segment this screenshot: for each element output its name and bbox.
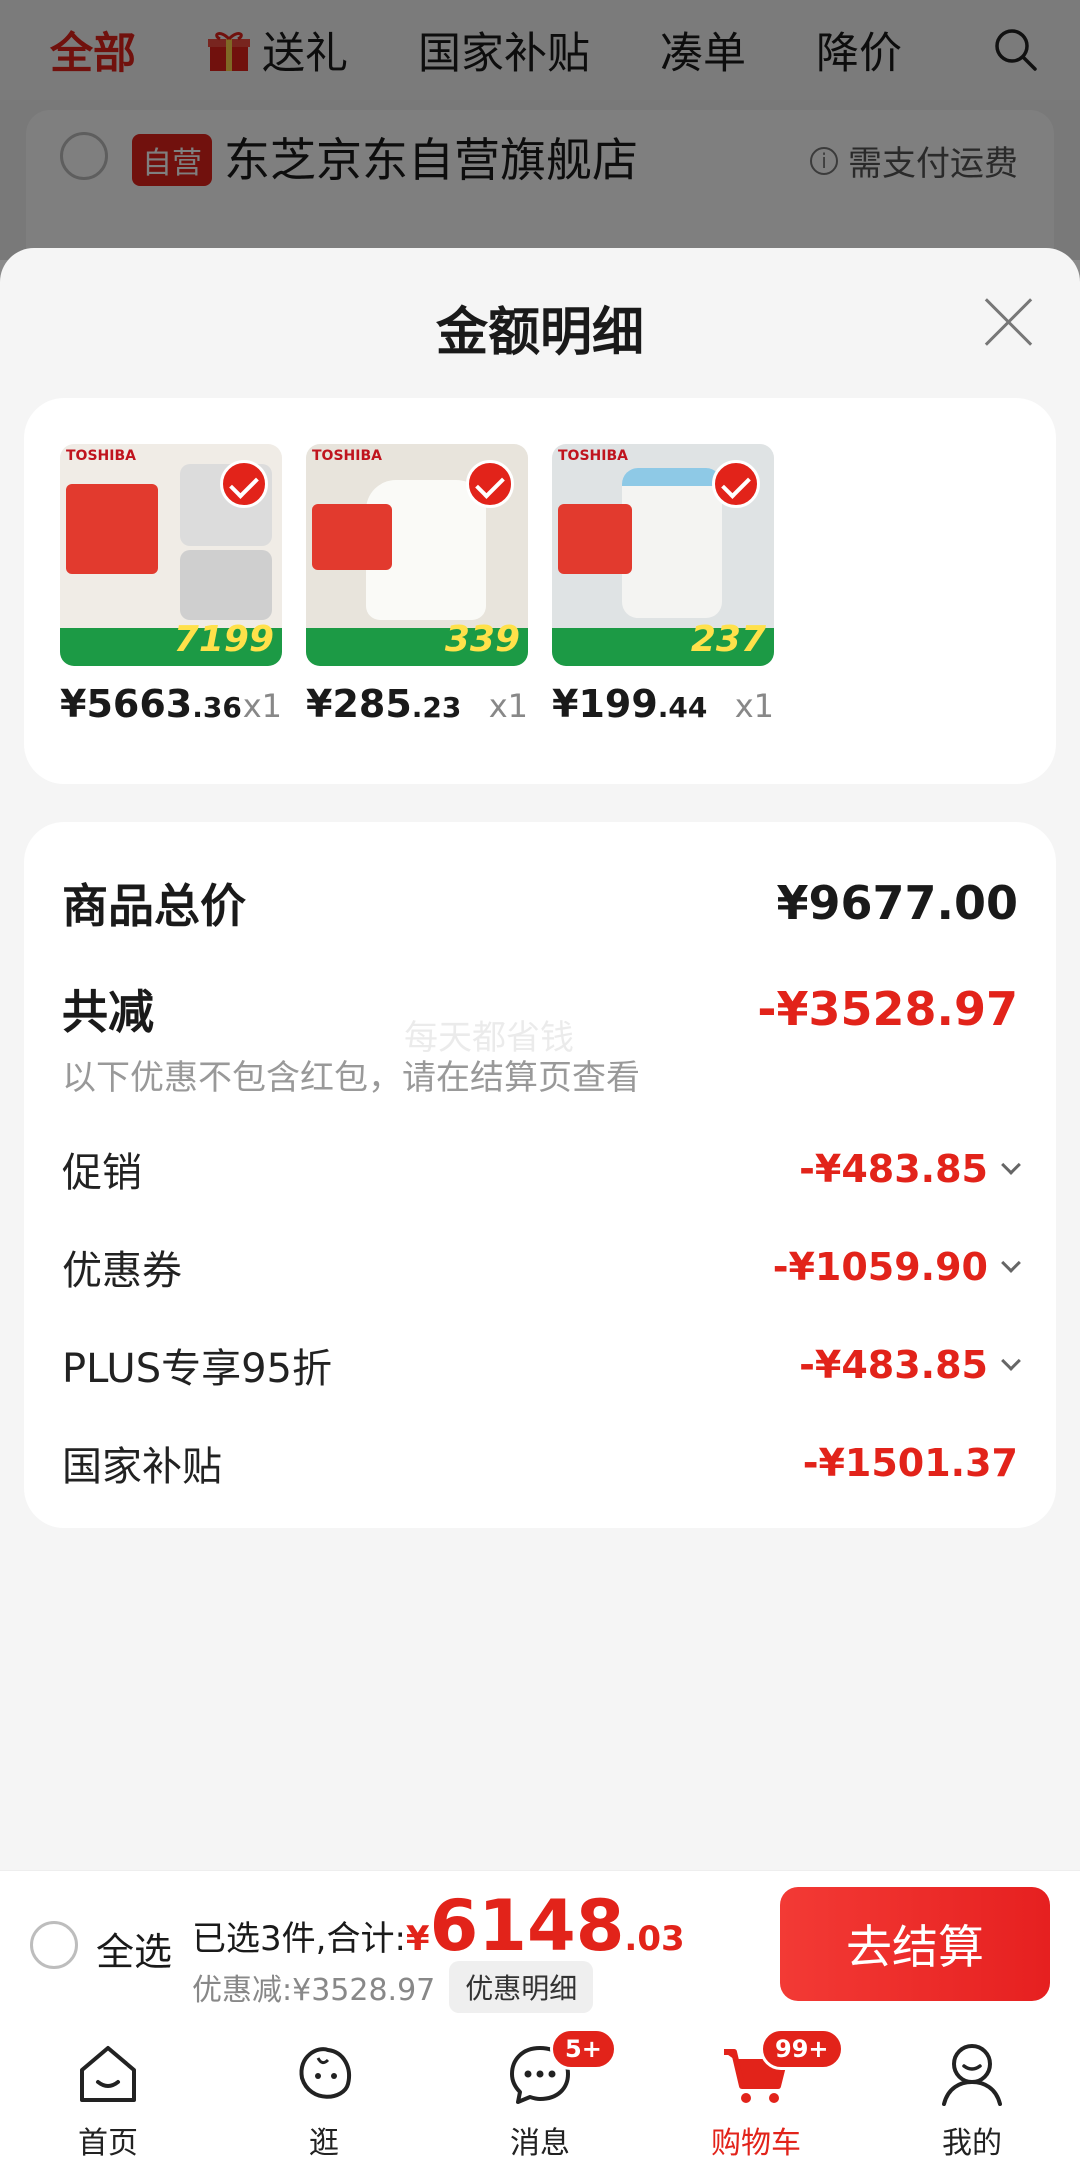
tab-messages-label: 消息: [510, 2126, 570, 2161]
selected-count-text: 已选3件,合计:: [192, 1919, 406, 1959]
product-price: ¥285.23: [306, 682, 462, 726]
total-price-label: 商品总价: [62, 879, 246, 933]
select-all-radio[interactable]: [30, 1921, 78, 1969]
tab-profile[interactable]: 我的: [864, 2020, 1080, 2169]
chevron-down-icon: [1001, 1155, 1021, 1175]
discount-summary: 优惠减:¥3528.97 优惠明细: [192, 1961, 594, 2013]
discount-value: -¥483.85: [799, 1343, 1021, 1387]
tab-profile-label: 我的: [942, 2126, 1002, 2161]
product-item[interactable]: TOSHIBA 7199 ¥5663.36 x1: [60, 444, 300, 726]
home-icon: [72, 2038, 144, 2110]
discount-value: -¥1501.37: [802, 1441, 1018, 1485]
product-price: ¥199.44: [552, 682, 708, 726]
overlay-dim[interactable]: [0, 0, 1080, 260]
tab-messages[interactable]: 5+ 消息: [432, 2020, 648, 2169]
chevron-down-icon: [1001, 1253, 1021, 1273]
tab-browse-label: 逛: [309, 2126, 339, 2161]
currency-symbol: ¥: [405, 1919, 430, 1959]
checkout-button[interactable]: 去结算: [780, 1887, 1050, 2001]
product-price-row: ¥199.44 x1: [552, 682, 774, 726]
total-price-row: 商品总价 ¥9677.00: [62, 870, 1018, 936]
product-list-card: TOSHIBA 7199 ¥5663.36 x1 TOSHIBA 339 ¥28…: [24, 398, 1056, 784]
profile-icon: [936, 2038, 1008, 2110]
product-quantity: x1: [734, 687, 774, 725]
product-item[interactable]: TOSHIBA 237 ¥199.44 x1: [552, 444, 792, 726]
close-icon[interactable]: [980, 294, 1036, 350]
tab-cart-label: 购物车: [711, 2126, 801, 2161]
discount-label: 国家补贴: [62, 1444, 222, 1490]
product-price: ¥5663.36: [60, 682, 242, 726]
sheet-title: 金额明细: [435, 303, 644, 363]
product-quantity: x1: [488, 687, 528, 725]
reduction-note: 以下优惠不包含红包，请在结算页查看: [62, 1058, 640, 1098]
cart-badge: 99+: [760, 2028, 844, 2070]
product-thumbnail: TOSHIBA 237: [552, 444, 774, 666]
tab-home[interactable]: 首页: [0, 2020, 216, 2169]
select-all-label[interactable]: 全选: [96, 1921, 172, 1976]
product-price-row: ¥5663.36 x1: [60, 682, 282, 726]
total-reduction-value: -¥3528.97: [757, 982, 1018, 1036]
discount-value: -¥1059.90: [773, 1245, 1021, 1289]
total-amount-integer: 6148: [429, 1885, 625, 1967]
checkmark-icon: [712, 460, 760, 508]
message-badge: 5+: [550, 2028, 617, 2070]
tab-home-label: 首页: [78, 2126, 138, 2161]
product-thumbnail: TOSHIBA 339: [306, 444, 528, 666]
product-quantity: x1: [242, 687, 282, 725]
bottom-tab-bar: 首页 逛 5+ 消息 99+ 购物车 我的: [0, 2020, 1080, 2169]
thumbnail-price: 7199: [173, 619, 274, 660]
thumbnail-price: 237: [690, 619, 766, 660]
discount-line-subsidy: 国家补贴 -¥1501.37: [62, 1434, 1018, 1492]
checkmark-icon: [220, 460, 268, 508]
browse-icon: [288, 2038, 360, 2110]
total-price-value: ¥9677.00: [776, 876, 1018, 930]
checkout-bar: 全选 已选3件,合计: ¥ 6148 .03 优惠减:¥3528.97 优惠明细…: [0, 1870, 1080, 2020]
cart-page-background: 全部 送礼 国家补贴 凑单 降价 自营 东芝京东自营旗舰店 i 需支付运费: [0, 0, 1080, 290]
price-summary-card: 商品总价 ¥9677.00 共减 -¥3528.97 每天都省钱 以下优惠不包含…: [24, 822, 1056, 1528]
total-summary: 已选3件,合计: ¥ 6148 .03: [192, 1885, 685, 1967]
discount-label: 优惠券: [62, 1248, 182, 1294]
discount-value: -¥483.85: [799, 1147, 1021, 1191]
amount-detail-sheet: 金额明细 TOSHIBA 7199 ¥5663.36 x1 TOSHIBA 33…: [0, 248, 1080, 1870]
discount-detail-button[interactable]: 优惠明细: [449, 1961, 594, 2013]
discount-label: 促销: [62, 1150, 142, 1196]
chevron-down-icon: [1001, 1351, 1021, 1371]
total-reduction-label: 共减: [62, 985, 154, 1039]
discount-line-coupon[interactable]: 优惠券 -¥1059.90: [62, 1238, 1021, 1296]
thumbnail-price: 339: [444, 619, 520, 660]
tab-cart[interactable]: 99+ 购物车: [648, 2020, 864, 2169]
product-thumbnail: TOSHIBA 7199: [60, 444, 282, 666]
total-amount-decimal: .03: [624, 1919, 685, 1959]
discount-line-promotion[interactable]: 促销 -¥483.85: [62, 1140, 1021, 1198]
discount-line-plus[interactable]: PLUS专享95折 -¥483.85: [62, 1336, 1021, 1394]
product-price-row: ¥285.23 x1: [306, 682, 528, 726]
product-item[interactable]: TOSHIBA 339 ¥285.23 x1: [306, 444, 546, 726]
discount-label: PLUS专享95折: [62, 1346, 332, 1392]
tab-browse[interactable]: 逛: [216, 2020, 432, 2169]
checkmark-icon: [466, 460, 514, 508]
discount-total-text: 优惠减:¥3528.97: [192, 1973, 436, 2008]
